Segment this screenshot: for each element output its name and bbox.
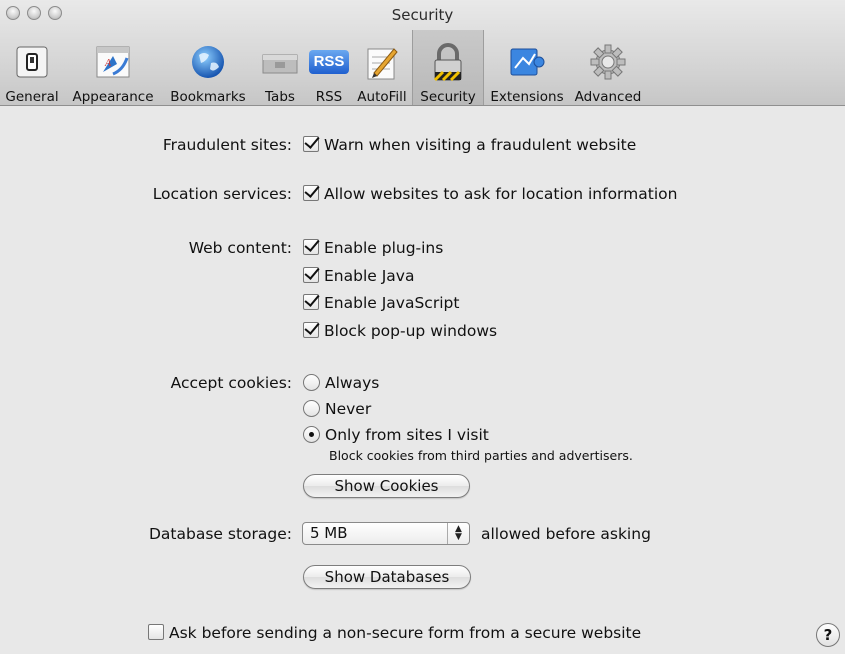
security-panel: Fraudulent sites: Warn when visiting a f… (0, 107, 845, 654)
tab-advanced[interactable]: Advanced (570, 30, 646, 105)
tab-extensions[interactable]: Extensions (484, 30, 570, 105)
database-suffix: allowed before asking (481, 525, 651, 543)
non-secure-form-text: Ask before sending a non-secure form fro… (169, 624, 642, 642)
block-popups-text: Block pop-up windows (324, 322, 498, 340)
show-cookies-button[interactable]: Show Cookies (303, 474, 470, 498)
cookies-always-text: Always (325, 374, 380, 392)
tab-appearance[interactable]: A Appearance (64, 30, 162, 105)
enable-plugins-option[interactable]: Enable plug-ins (303, 239, 443, 257)
accept-cookies-label: Accept cookies: (170, 374, 292, 392)
lock-icon (430, 42, 466, 82)
tab-rss[interactable]: RSS RSS (306, 30, 352, 105)
tab-advanced-label: Advanced (574, 89, 642, 105)
cookies-never-text: Never (325, 400, 372, 418)
tab-general-label: General (5, 89, 59, 105)
enable-javascript-text: Enable JavaScript (324, 294, 460, 312)
gear-icon (589, 42, 627, 82)
tabs-icon (261, 42, 299, 82)
tab-autofill[interactable]: AutoFill (352, 30, 412, 105)
title-bar: Security General A Appearance Bookmarks … (0, 0, 845, 106)
tab-bookmarks-label: Bookmarks (170, 89, 246, 105)
tab-appearance-label: Appearance (72, 89, 154, 105)
tab-bookmarks[interactable]: Bookmarks (162, 30, 254, 105)
cookies-always-radio[interactable] (303, 374, 320, 391)
show-databases-button[interactable]: Show Databases (303, 565, 471, 589)
fraudulent-warning-option[interactable]: Warn when visiting a fraudulent website (303, 136, 636, 154)
cookies-hint: Block cookies from third parties and adv… (329, 448, 633, 463)
enable-java-option[interactable]: Enable Java (303, 267, 414, 285)
fraudulent-warning-text: Warn when visiting a fraudulent website (324, 136, 637, 154)
svg-text:A: A (104, 58, 112, 69)
block-popups-option[interactable]: Block pop-up windows (303, 322, 497, 340)
select-arrows-icon: ▲ ▼ (447, 523, 469, 544)
tab-rss-label: RSS (315, 89, 343, 105)
puzzle-icon (507, 42, 547, 82)
cookies-always-option[interactable]: Always (303, 374, 379, 392)
tab-security[interactable]: Security (412, 30, 484, 105)
non-secure-form-option[interactable]: Ask before sending a non-secure form fro… (148, 624, 641, 642)
general-switch-icon (14, 42, 50, 82)
tab-autofill-label: AutoFill (357, 89, 407, 105)
enable-javascript-option[interactable]: Enable JavaScript (303, 294, 459, 312)
database-size-select[interactable]: 5 MB ▲ ▼ (302, 522, 470, 545)
tab-security-label: Security (420, 89, 476, 105)
cookies-visited-text: Only from sites I visit (325, 426, 489, 444)
cookies-visited-option[interactable]: Only from sites I visit (303, 426, 489, 444)
globe-icon (189, 42, 227, 82)
database-storage-label: Database storage: (149, 525, 292, 543)
location-option[interactable]: Allow websites to ask for location infor… (303, 185, 677, 203)
enable-plugins-text: Enable plug-ins (324, 239, 444, 257)
window-title: Security (391, 6, 454, 24)
location-option-text: Allow websites to ask for location infor… (324, 185, 678, 203)
web-content-label: Web content: (188, 239, 292, 257)
cookies-visited-radio[interactable] (303, 426, 320, 443)
autofill-icon (364, 42, 400, 82)
help-button[interactable]: ? (816, 623, 840, 647)
tab-tabs[interactable]: Tabs (254, 30, 306, 105)
database-size-value: 5 MB (310, 524, 348, 542)
tab-extensions-label: Extensions (490, 89, 564, 105)
non-secure-form-checkbox[interactable] (148, 624, 164, 640)
preferences-toolbar: General A Appearance Bookmarks Tabs RSS … (0, 30, 646, 106)
fraudulent-warning-checkbox[interactable] (303, 136, 319, 152)
tab-general[interactable]: General (0, 30, 64, 105)
rss-icon-badge: RSS (309, 50, 349, 74)
location-services-label: Location services: (152, 185, 292, 203)
block-popups-checkbox[interactable] (303, 322, 319, 338)
cookies-never-option[interactable]: Never (303, 400, 371, 418)
location-checkbox[interactable] (303, 185, 319, 201)
enable-java-text: Enable Java (324, 267, 415, 285)
enable-plugins-checkbox[interactable] (303, 239, 319, 255)
rss-icon: RSS (309, 42, 349, 82)
cookies-never-radio[interactable] (303, 400, 320, 417)
appearance-icon: A (93, 42, 133, 82)
preferences-window: Security General A Appearance Bookmarks … (0, 0, 845, 654)
tab-tabs-label: Tabs (265, 89, 295, 105)
fraudulent-sites-label: Fraudulent sites: (162, 136, 292, 154)
enable-javascript-checkbox[interactable] (303, 294, 319, 310)
enable-java-checkbox[interactable] (303, 267, 319, 283)
